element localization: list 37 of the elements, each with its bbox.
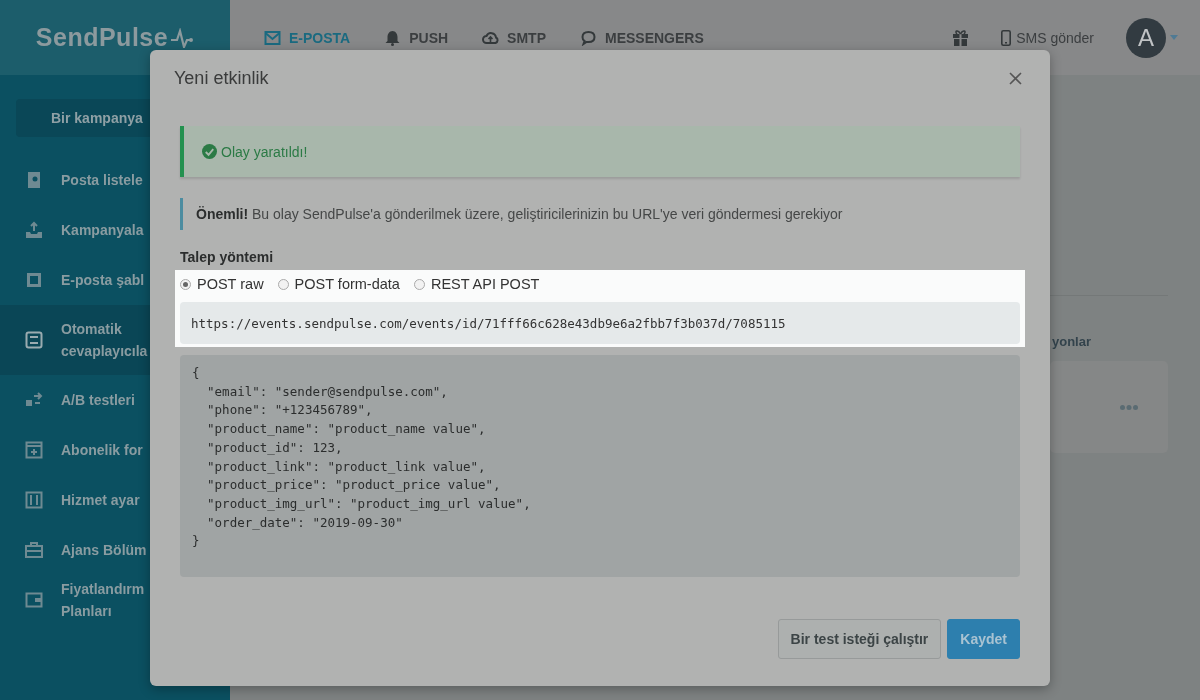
- section-title: yonlar: [1052, 334, 1091, 349]
- radio-option[interactable]: REST API POST: [413, 276, 540, 292]
- upload-icon: [25, 221, 43, 239]
- radio-icon[interactable]: [180, 278, 191, 290]
- radio-icon[interactable]: [277, 278, 289, 290]
- url-field[interactable]: https://events.sendpulse.com/events/id/71fff66c628e43db9e6a2fbb7f3b037d/7085115: [180, 302, 1020, 344]
- save-button[interactable]: Kaydet: [947, 619, 1020, 659]
- gift-icon[interactable]: [952, 29, 970, 46]
- wallet-icon: [25, 591, 43, 609]
- alert-text: Olay yaratıldı!: [221, 143, 308, 160]
- sidebar-item[interactable]: Fiyatlandırm Planları: [0, 575, 230, 625]
- test-request-button[interactable]: Bir test isteği çalıştır: [777, 619, 942, 659]
- nav-tab[interactable]: PUSH: [384, 29, 449, 46]
- form-icon: [25, 441, 43, 459]
- bell-icon: [384, 29, 402, 46]
- chat-icon: [580, 29, 597, 46]
- briefcase-icon: [25, 541, 43, 559]
- field-label: Talep yöntemi: [180, 249, 275, 265]
- radio-icon[interactable]: [413, 278, 425, 290]
- nav-tab[interactable]: SMTP: [482, 29, 546, 46]
- cloud-icon: [482, 29, 500, 46]
- swap-icon: [25, 391, 43, 409]
- nav-tab[interactable]: MESSENGERS: [580, 29, 704, 46]
- check-circle-icon: [202, 144, 217, 159]
- radio-option[interactable]: POST form-data: [277, 276, 400, 292]
- phone-icon: [1001, 29, 1012, 46]
- radio-option[interactable]: POST raw: [180, 276, 264, 292]
- sms-button[interactable]: SMS gönder: [995, 28, 1100, 47]
- more-icon[interactable]: [1120, 405, 1138, 410]
- avatar[interactable]: A: [1126, 17, 1166, 58]
- info-note: Önemli! Bu olay SendPulse'a gönderilmek üzere, geliştiricilerinizin bu URL'ye veri göndermesi gerekiyor: [180, 198, 1020, 230]
- modal-title: Yeni etkinlik: [174, 67, 269, 89]
- pulse-icon: [170, 27, 195, 48]
- mail-icon: [264, 29, 281, 46]
- nav-tab[interactable]: E-POSTA: [264, 29, 351, 46]
- code-block: { "email": "sender@sendpulse.com", "phone": "+123456789", "product_name": "product_name value", "product_id": 123, "product_link": "product_link value", "product_price": "product_price value", "product_img_url": "product_img_url value", "order_date": "2019-09-30" }: [180, 355, 1020, 577]
- caret-icon[interactable]: [1170, 35, 1178, 40]
